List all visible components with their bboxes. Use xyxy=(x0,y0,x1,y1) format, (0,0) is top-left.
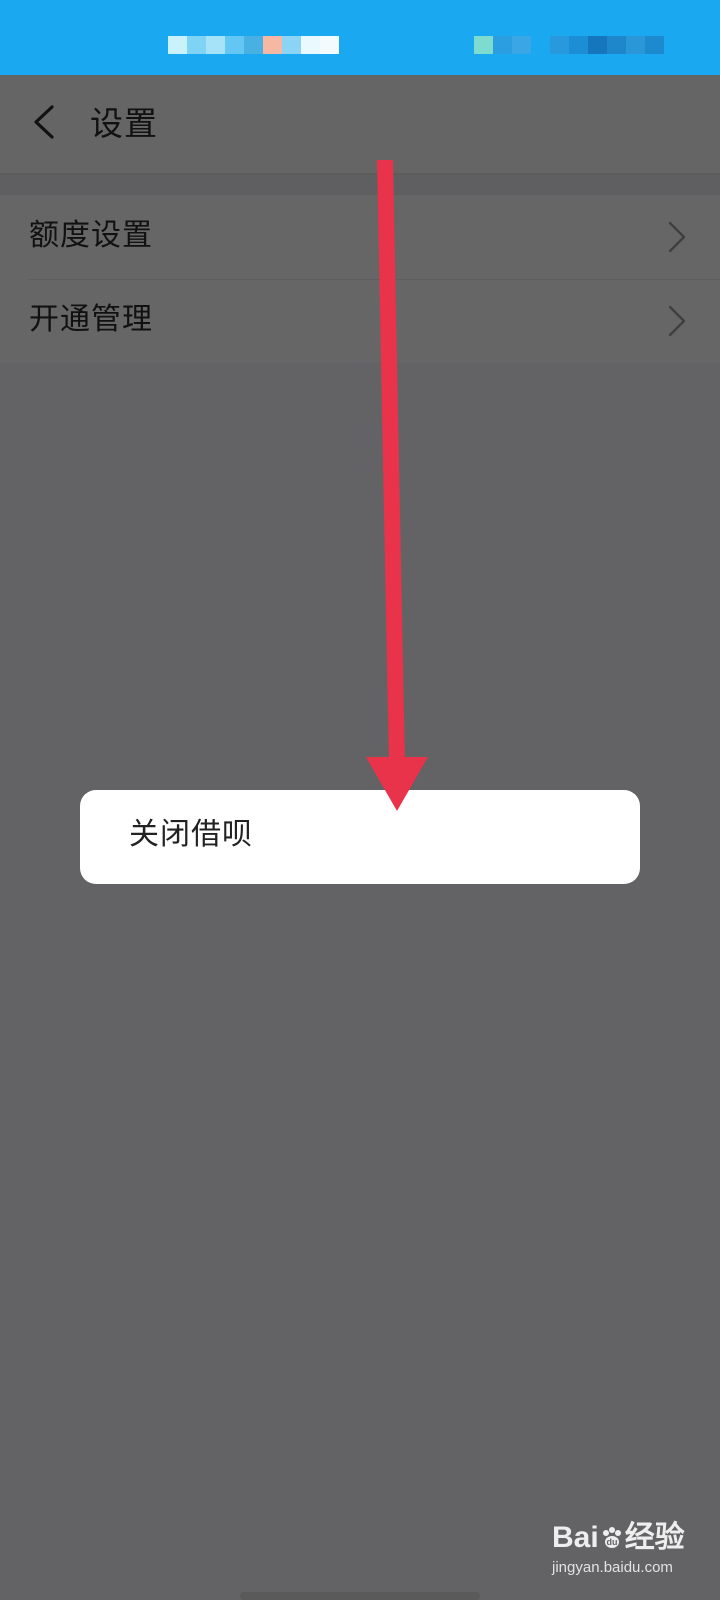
back-button[interactable] xyxy=(22,99,68,145)
pixelated-block xyxy=(645,36,664,54)
close-jiebei-option[interactable]: 关闭借呗 xyxy=(129,814,253,856)
pixelated-block xyxy=(187,36,206,54)
pixelated-block xyxy=(626,36,645,54)
pixelated-block xyxy=(493,36,512,54)
settings-item-activation[interactable]: 开通管理 xyxy=(0,279,720,363)
section-gap xyxy=(0,175,720,195)
watermark-url: jingyan.baidu.com xyxy=(552,1559,673,1576)
paw-logo-icon: du xyxy=(602,1527,621,1548)
pixelated-block xyxy=(320,36,339,54)
home-indicator[interactable] xyxy=(240,1592,480,1600)
watermark-brand: Bai du 经验 xyxy=(552,1521,685,1554)
pixelated-block xyxy=(225,36,244,54)
status-bar-pixelated-right xyxy=(474,36,664,54)
app-header: 设置 xyxy=(0,75,720,173)
pixelated-block xyxy=(244,36,263,54)
screen: 设置 额度设置 开通管理 关闭借呗 Bai du 经验 jingyan.baid… xyxy=(0,0,720,1600)
pixelated-block xyxy=(263,36,282,54)
pixelated-block xyxy=(550,36,569,54)
settings-list: 额度设置 开通管理 xyxy=(0,195,720,363)
pixelated-block xyxy=(569,36,588,54)
pixelated-block xyxy=(474,36,493,54)
svg-text:du: du xyxy=(606,1537,617,1547)
pixelated-block xyxy=(301,36,320,54)
pixelated-block xyxy=(531,36,550,54)
chevron-right-icon xyxy=(668,305,686,337)
action-dialog: 关闭借呗 xyxy=(80,790,640,884)
settings-item-label: 额度设置 xyxy=(29,218,153,253)
pixelated-block xyxy=(282,36,301,54)
pixelated-block xyxy=(206,36,225,54)
settings-item-label: 开通管理 xyxy=(29,302,153,337)
status-bar xyxy=(0,0,720,75)
pixelated-block xyxy=(607,36,626,54)
settings-item-quota[interactable]: 额度设置 xyxy=(0,195,720,279)
pixelated-block xyxy=(512,36,531,54)
page-title: 设置 xyxy=(90,104,158,143)
baidu-jingyan-watermark: Bai du 经验 jingyan.baidu.com xyxy=(552,1518,702,1582)
status-bar-pixelated-left xyxy=(168,36,339,54)
chevron-left-icon xyxy=(34,105,54,139)
pixelated-block xyxy=(168,36,187,54)
pixelated-block xyxy=(588,36,607,54)
chevron-right-icon xyxy=(668,221,686,253)
